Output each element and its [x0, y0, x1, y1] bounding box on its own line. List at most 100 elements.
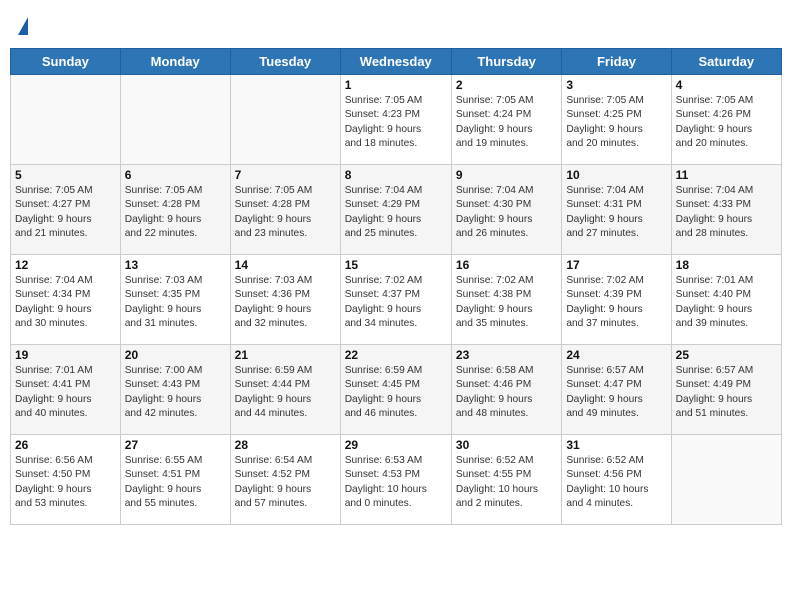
calendar-cell: 6 Sunrise: 7:05 AM Sunset: 4:28 PM Daylig… [120, 165, 230, 255]
day-info: Sunrise: 6:59 AM Sunset: 4:44 PM Dayligh… [235, 364, 336, 421]
calendar-week-row: 1 Sunrise: 7:05 AM Sunset: 4:23 PM Daylig… [11, 75, 782, 165]
calendar-cell: 2Sunrise: 7:05 AM Sunset: 4:24 PM Daylig… [451, 75, 561, 165]
calendar-cell: 11 Sunrise: 7:04 AM Sunset: 4:33 PM Dayli… [671, 165, 781, 255]
calendar-header-row: SundayMondayTuesdayWednesdayThursdayFrid… [11, 49, 782, 75]
day-number: 10 [566, 168, 666, 182]
calendar-cell: 30 Sunrise: 6:52 AM Sunset: 4:55 PM Dayli… [451, 435, 561, 525]
calendar-cell: 13Sunrise: 7:03 AM Sunset: 4:35 PM Dayli… [120, 255, 230, 345]
calendar-cell: 19Sunrise: 7:01 AM Sunset: 4:41 PM Dayli… [11, 345, 121, 435]
day-info: Sunrise: 7:01 AM Sunset: 4:41 PM Dayligh… [15, 364, 116, 421]
calendar-cell: 29 Sunrise: 6:53 AM Sunset: 4:53 PM Dayli… [340, 435, 451, 525]
calendar-cell: 5 Sunrise: 7:05 AM Sunset: 4:27 PM Daylig… [11, 165, 121, 255]
day-number: 29 [345, 438, 447, 452]
day-number: 28 [235, 438, 336, 452]
day-number: 5 [15, 168, 116, 182]
day-info: Sunrise: 6:58 AM Sunset: 4:46 PM Dayligh… [456, 364, 557, 421]
calendar-cell: 7 Sunrise: 7:05 AM Sunset: 4:28 PM Daylig… [230, 165, 340, 255]
day-of-week-header: Tuesday [230, 49, 340, 75]
calendar-cell: 27 Sunrise: 6:55 AM Sunset: 4:51 PM Dayli… [120, 435, 230, 525]
day-info: Sunrise: 7:03 AM Sunset: 4:36 PM Dayligh… [235, 274, 336, 331]
day-of-week-header: Saturday [671, 49, 781, 75]
calendar-cell: 18 Sunrise: 7:01 AM Sunset: 4:40 PM Dayli… [671, 255, 781, 345]
day-info: Sunrise: 6:52 AM Sunset: 4:55 PM Dayligh… [456, 454, 557, 511]
day-number: 25 [676, 348, 777, 362]
day-info: Sunrise: 7:05 AM Sunset: 4:25 PM Dayligh… [566, 94, 666, 151]
calendar-week-row: 5 Sunrise: 7:05 AM Sunset: 4:27 PM Daylig… [11, 165, 782, 255]
day-number: 13 [125, 258, 226, 272]
day-info: Sunrise: 7:05 AM Sunset: 4:26 PM Dayligh… [676, 94, 777, 151]
calendar-cell [671, 435, 781, 525]
calendar-cell: 20 Sunrise: 7:00 AM Sunset: 4:43 PM Dayli… [120, 345, 230, 435]
day-of-week-header: Wednesday [340, 49, 451, 75]
logo-triangle-icon [18, 17, 28, 35]
day-number: 6 [125, 168, 226, 182]
day-number: 7 [235, 168, 336, 182]
day-of-week-header: Sunday [11, 49, 121, 75]
day-number: 12 [15, 258, 116, 272]
day-info: Sunrise: 6:59 AM Sunset: 4:45 PM Dayligh… [345, 364, 447, 421]
day-info: Sunrise: 7:04 AM Sunset: 4:31 PM Dayligh… [566, 184, 666, 241]
day-info: Sunrise: 7:01 AM Sunset: 4:40 PM Dayligh… [676, 274, 777, 331]
day-number: 15 [345, 258, 447, 272]
day-info: Sunrise: 7:05 AM Sunset: 4:28 PM Dayligh… [125, 184, 226, 241]
day-number: 11 [676, 168, 777, 182]
day-info: Sunrise: 7:04 AM Sunset: 4:33 PM Dayligh… [676, 184, 777, 241]
day-info: Sunrise: 7:05 AM Sunset: 4:28 PM Dayligh… [235, 184, 336, 241]
calendar-cell: 3 Sunrise: 7:05 AM Sunset: 4:25 PM Daylig… [562, 75, 671, 165]
calendar-cell: 12 Sunrise: 7:04 AM Sunset: 4:34 PM Dayli… [11, 255, 121, 345]
day-info: Sunrise: 7:04 AM Sunset: 4:34 PM Dayligh… [15, 274, 116, 331]
day-number: 1 [345, 78, 447, 92]
day-number: 14 [235, 258, 336, 272]
calendar-cell: 25 Sunrise: 6:57 AM Sunset: 4:49 PM Dayli… [671, 345, 781, 435]
day-info: Sunrise: 7:04 AM Sunset: 4:30 PM Dayligh… [456, 184, 557, 241]
day-number: 21 [235, 348, 336, 362]
day-number: 20 [125, 348, 226, 362]
day-number: 30 [456, 438, 557, 452]
day-number: 18 [676, 258, 777, 272]
day-number: 31 [566, 438, 666, 452]
day-number: 16 [456, 258, 557, 272]
day-info: Sunrise: 7:00 AM Sunset: 4:43 PM Dayligh… [125, 364, 226, 421]
day-number: 22 [345, 348, 447, 362]
day-number: 4 [676, 78, 777, 92]
calendar-cell: 22 Sunrise: 6:59 AM Sunset: 4:45 PM Dayli… [340, 345, 451, 435]
calendar-cell: 9 Sunrise: 7:04 AM Sunset: 4:30 PM Daylig… [451, 165, 561, 255]
day-info: Sunrise: 6:56 AM Sunset: 4:50 PM Dayligh… [15, 454, 116, 511]
day-number: 23 [456, 348, 557, 362]
day-info: Sunrise: 6:52 AM Sunset: 4:56 PM Dayligh… [566, 454, 666, 511]
day-info: Sunrise: 7:02 AM Sunset: 4:39 PM Dayligh… [566, 274, 666, 331]
calendar-week-row: 12 Sunrise: 7:04 AM Sunset: 4:34 PM Dayli… [11, 255, 782, 345]
calendar-cell: 15 Sunrise: 7:02 AM Sunset: 4:37 PM Dayli… [340, 255, 451, 345]
day-info: Sunrise: 7:02 AM Sunset: 4:37 PM Dayligh… [345, 274, 447, 331]
day-of-week-header: Friday [562, 49, 671, 75]
calendar-cell: 31 Sunrise: 6:52 AM Sunset: 4:56 PM Dayli… [562, 435, 671, 525]
day-number: 9 [456, 168, 557, 182]
day-of-week-header: Monday [120, 49, 230, 75]
calendar-cell: 14 Sunrise: 7:03 AM Sunset: 4:36 PM Dayli… [230, 255, 340, 345]
calendar-cell: 26Sunrise: 6:56 AM Sunset: 4:50 PM Dayli… [11, 435, 121, 525]
day-info: Sunrise: 7:02 AM Sunset: 4:38 PM Dayligh… [456, 274, 557, 331]
calendar-week-row: 19Sunrise: 7:01 AM Sunset: 4:41 PM Dayli… [11, 345, 782, 435]
calendar-cell: 8 Sunrise: 7:04 AM Sunset: 4:29 PM Daylig… [340, 165, 451, 255]
day-info: Sunrise: 6:57 AM Sunset: 4:49 PM Dayligh… [676, 364, 777, 421]
calendar-cell [230, 75, 340, 165]
calendar-cell: 21 Sunrise: 6:59 AM Sunset: 4:44 PM Dayli… [230, 345, 340, 435]
day-info: Sunrise: 7:04 AM Sunset: 4:29 PM Dayligh… [345, 184, 447, 241]
day-number: 3 [566, 78, 666, 92]
day-number: 8 [345, 168, 447, 182]
calendar-cell: 28 Sunrise: 6:54 AM Sunset: 4:52 PM Dayli… [230, 435, 340, 525]
calendar-cell [11, 75, 121, 165]
day-info: Sunrise: 7:05 AM Sunset: 4:27 PM Dayligh… [15, 184, 116, 241]
day-info: Sunrise: 6:57 AM Sunset: 4:47 PM Dayligh… [566, 364, 666, 421]
calendar-cell: 10 Sunrise: 7:04 AM Sunset: 4:31 PM Dayli… [562, 165, 671, 255]
day-info: Sunrise: 6:54 AM Sunset: 4:52 PM Dayligh… [235, 454, 336, 511]
calendar-cell [120, 75, 230, 165]
logo [15, 15, 28, 35]
day-info: Sunrise: 6:55 AM Sunset: 4:51 PM Dayligh… [125, 454, 226, 511]
day-info: Sunrise: 7:05 AM Sunset: 4:23 PM Dayligh… [345, 94, 447, 151]
day-info: Sunrise: 6:53 AM Sunset: 4:53 PM Dayligh… [345, 454, 447, 511]
day-of-week-header: Thursday [451, 49, 561, 75]
day-number: 27 [125, 438, 226, 452]
day-number: 2 [456, 78, 557, 92]
calendar-table: SundayMondayTuesdayWednesdayThursdayFrid… [10, 48, 782, 525]
